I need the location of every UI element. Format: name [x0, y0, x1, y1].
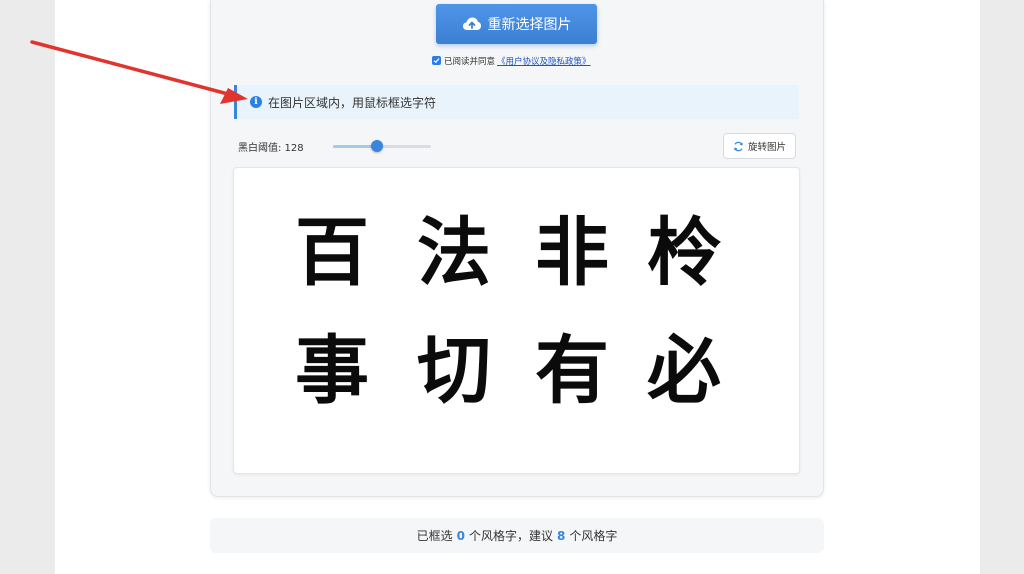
- glyph-6: 切: [417, 328, 491, 414]
- image-selection-area[interactable]: 百 法 非 柃 事 切 有 必: [233, 167, 800, 474]
- glyph-3: 非: [535, 210, 609, 296]
- summary-middle: 个风格字，建议: [468, 529, 553, 543]
- rotate-image-label: 旋转图片: [747, 142, 786, 153]
- threshold-label: 黑白阈值: 128: [238, 143, 304, 154]
- reselect-image-button[interactable]: 重新选择图片: [436, 4, 597, 44]
- tip-text: 在图片区域内，用鼠标框选字符: [268, 95, 437, 110]
- cloud-upload-icon: [462, 17, 481, 30]
- summary-suffix: 个风格字: [569, 529, 618, 543]
- agreement-row: 已阅读并同意 《用户协议及隐私政策》: [432, 54, 591, 67]
- selection-summary: 已框选 0 个风格字，建议 8 个风格字: [210, 518, 824, 553]
- glyph-8: 必: [647, 328, 721, 414]
- reselect-image-label: 重新选择图片: [487, 16, 572, 32]
- suggested-count: 8: [557, 528, 566, 543]
- glyph-1: 百: [295, 210, 369, 296]
- rotate-icon: [734, 141, 743, 151]
- rotate-image-button[interactable]: 旋转图片: [723, 133, 796, 159]
- glyph-2: 法: [417, 210, 491, 296]
- checkmark-icon: [433, 58, 440, 64]
- summary-prefix: 已框选: [416, 529, 453, 543]
- glyph-4: 柃: [647, 210, 721, 296]
- threshold-slider-thumb[interactable]: [371, 140, 383, 152]
- agreement-checkbox[interactable]: [432, 56, 441, 65]
- selected-count: 0: [456, 528, 465, 543]
- tip-bar: i 在图片区域内，用鼠标框选字符: [234, 85, 799, 119]
- agreement-text: 已阅读并同意: [444, 56, 496, 67]
- glyph-5: 事: [295, 328, 369, 414]
- agreement-link[interactable]: 《用户协议及隐私政策》: [497, 55, 591, 67]
- info-icon: i: [250, 96, 262, 108]
- glyph-7: 有: [535, 328, 609, 414]
